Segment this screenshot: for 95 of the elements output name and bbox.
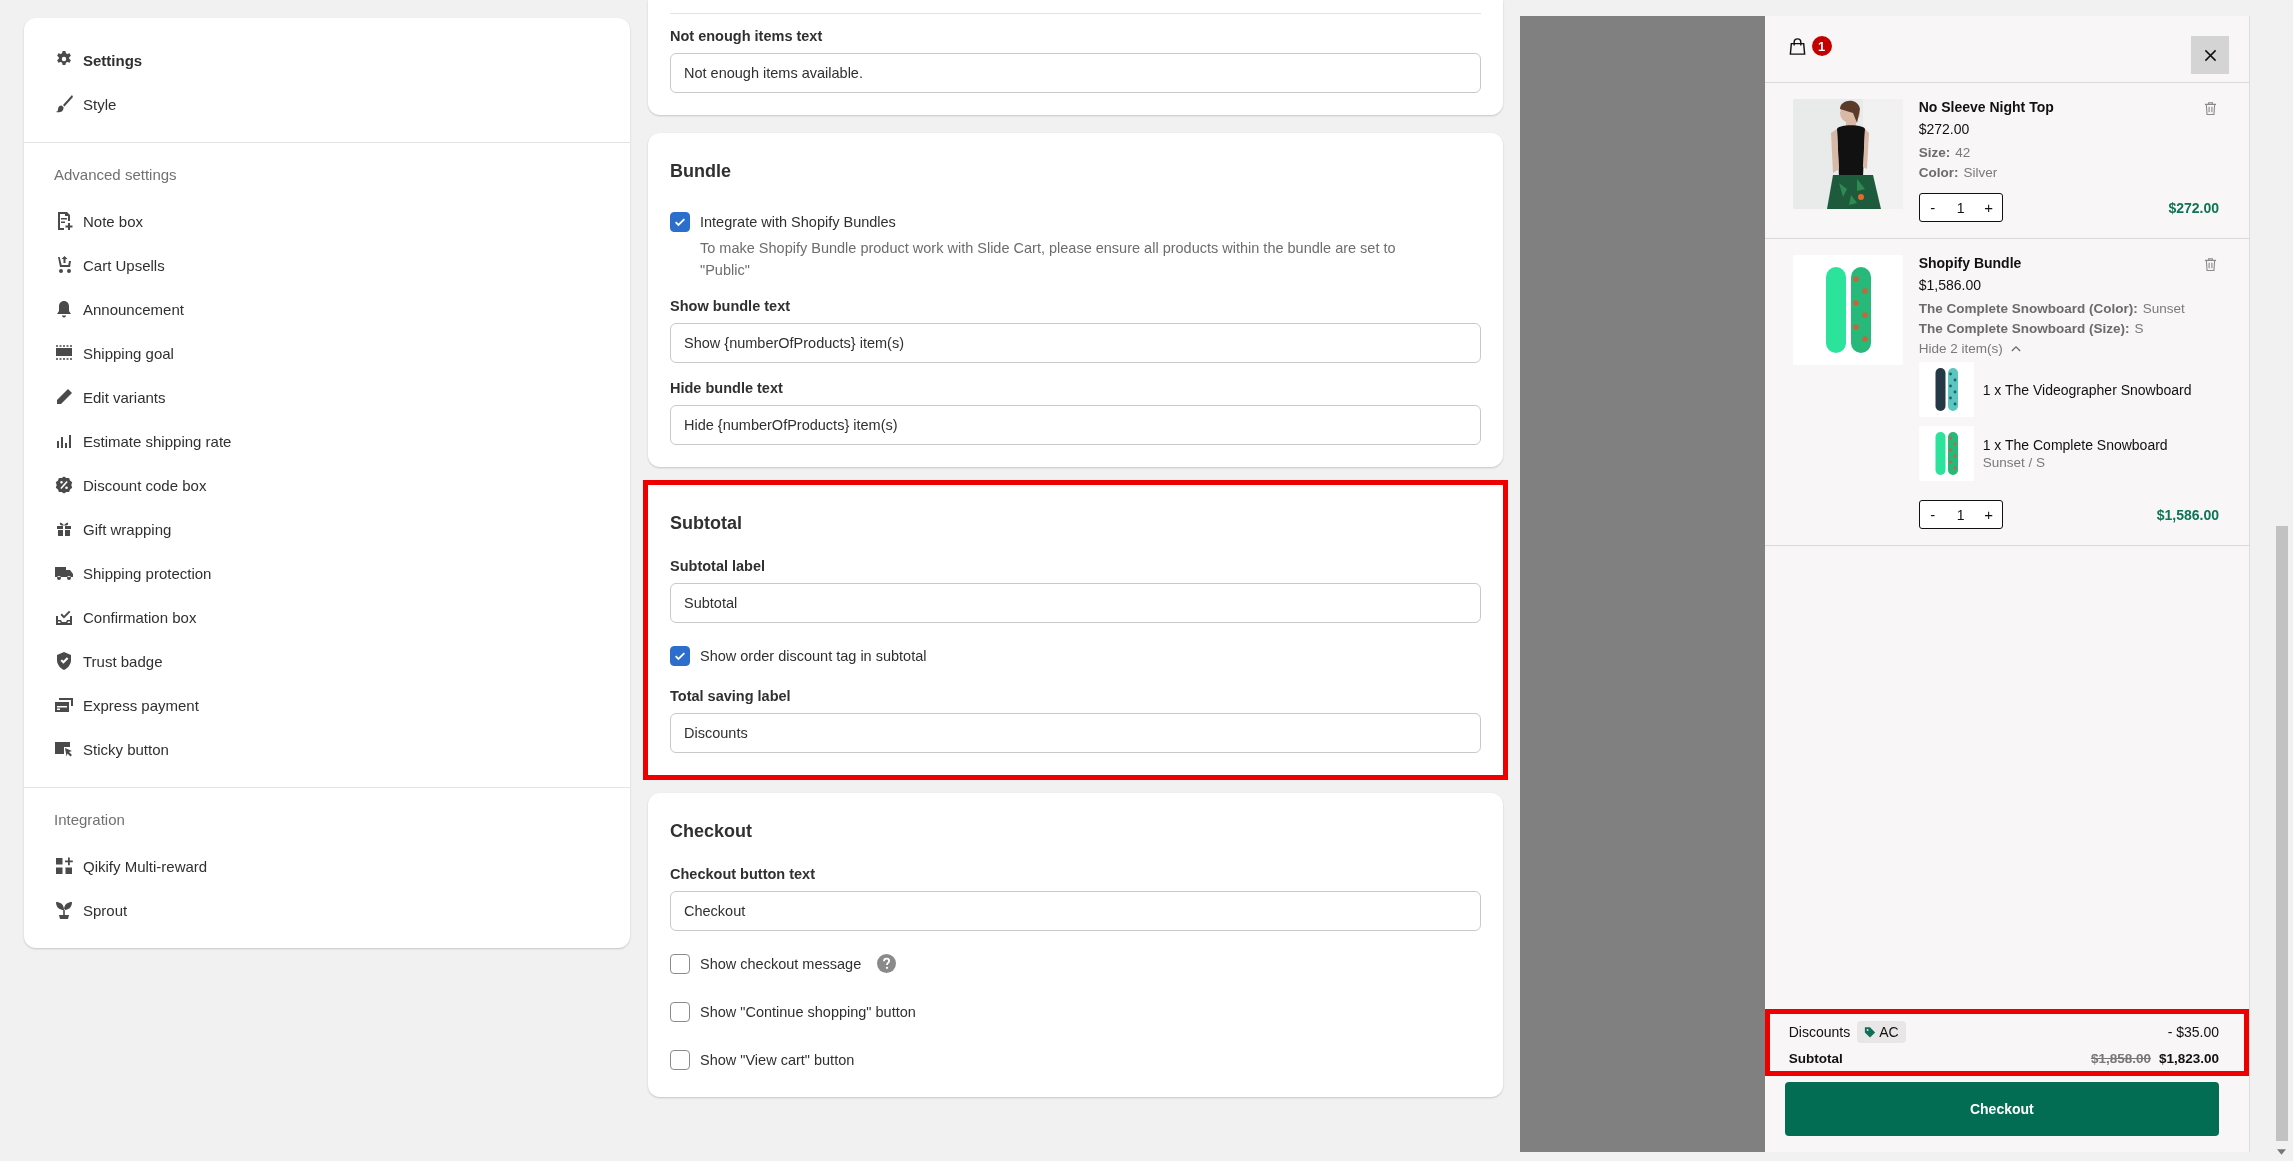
sidebar-item[interactable]: Shipping goal xyxy=(54,331,600,375)
product-price: $1,586.00 xyxy=(1918,277,1982,293)
compare-price: $1,858.00 xyxy=(2090,1051,2151,1066)
checkbox[interactable] xyxy=(670,211,690,232)
sidebar-item[interactable]: Edit variants xyxy=(54,375,600,419)
section-heading: Advanced settings xyxy=(54,165,178,185)
field-label: Total saving label xyxy=(670,688,792,704)
decrease-button[interactable]: - xyxy=(1919,506,1946,523)
option-value: Sunset xyxy=(2142,301,2185,316)
increase-button[interactable]: + xyxy=(1975,199,2002,216)
apps-icon xyxy=(54,856,74,876)
option-name: Color: xyxy=(1918,165,1959,180)
quantity-value: 1 xyxy=(1956,506,1965,523)
close-button[interactable] xyxy=(2191,36,2229,74)
sidebar-item[interactable]: Sprout xyxy=(54,888,600,932)
brush-icon xyxy=(54,94,74,114)
option-name: Size: xyxy=(1918,145,1951,160)
field-label: Show bundle text xyxy=(670,298,792,314)
field-label: Checkout button text xyxy=(670,866,816,882)
sidebar-item[interactable]: Sticky button xyxy=(54,727,600,771)
sidebar-item[interactable]: Note box xyxy=(54,199,600,243)
sidebar-item[interactable]: Confirmation box xyxy=(54,595,600,639)
sidebar-item[interactable]: Express payment xyxy=(54,683,600,727)
decrease-button[interactable]: - xyxy=(1919,199,1946,216)
card-title: Bundle xyxy=(670,161,732,182)
line-total: $272.00 xyxy=(2168,199,2219,216)
checkbox[interactable] xyxy=(670,953,690,974)
product-title[interactable]: Shopify Bundle xyxy=(1918,255,2022,271)
cursor-icon xyxy=(54,739,74,759)
product-title[interactable]: No Sleeve Night Top xyxy=(1918,99,2054,115)
text-field[interactable]: Subtotal xyxy=(670,583,1481,623)
option-name: The Complete Snowboard (Color): xyxy=(1918,301,2138,316)
checkbox[interactable] xyxy=(670,1049,690,1070)
text-field[interactable]: Checkout xyxy=(670,891,1481,931)
text-field[interactable]: Hide {numberOfProducts} item(s) xyxy=(670,405,1481,445)
bell-icon xyxy=(54,299,74,319)
bundle-toggle[interactable]: Hide 2 item(s) xyxy=(1918,341,2219,356)
sidebar-item[interactable]: Announcement xyxy=(54,287,600,331)
pencil-icon xyxy=(54,387,74,407)
sidebar-item[interactable]: Trust badge xyxy=(54,639,600,683)
progress-bar-icon xyxy=(54,343,74,363)
bundle-item-title: 1 x The Complete Snowboard xyxy=(1982,437,2168,453)
option-name: The Complete Snowboard (Size): xyxy=(1918,321,2130,336)
text-field[interactable]: Not enough items available. xyxy=(670,53,1481,93)
subtotal-label: Subtotal xyxy=(1788,1051,1843,1066)
field-label: Subtotal label xyxy=(670,558,767,574)
discount-icon xyxy=(54,475,74,495)
discount-code: AC xyxy=(1879,1024,1899,1040)
checkbox-label: Show "View cart" button xyxy=(700,1051,855,1068)
sidebar-item[interactable]: Style xyxy=(54,82,600,126)
help-text: To make Shopify Bundle product work with Slide Cart, please ensure all products within the bundle are set to "Public" xyxy=(700,239,1397,280)
scroll-down-icon xyxy=(2277,1149,2286,1155)
checkbox-label: Show checkout message xyxy=(700,955,862,972)
field-label: Hide bundle text xyxy=(670,380,784,396)
sidebar-item[interactable]: Gift wrapping xyxy=(54,507,600,551)
card-title: Subtotal xyxy=(670,513,743,534)
sidebar-item[interactable]: Shipping protection xyxy=(54,551,600,595)
chevron-icon xyxy=(2010,345,2021,352)
sidebar-item[interactable]: Qikify Multi-reward xyxy=(54,844,600,888)
option-value: Silver xyxy=(1963,165,1998,180)
trash-icon xyxy=(2204,101,2217,116)
product-price: $272.00 xyxy=(1918,121,1971,137)
trash-icon xyxy=(2204,257,2217,272)
quantity-value: 1 xyxy=(1956,199,1965,216)
checkout-button[interactable]: Checkout xyxy=(1784,1082,2219,1136)
checkbox-label: Integrate with Shopify Bundles xyxy=(700,213,896,230)
bundle-item-title: 1 x The Videographer Snowboard xyxy=(1982,381,2192,398)
text-field[interactable]: Show {numberOfProducts} item(s) xyxy=(670,323,1481,363)
close-icon xyxy=(2203,48,2217,62)
subtotal-value: $1,823.00 xyxy=(2158,1051,2219,1066)
option-value: S xyxy=(2134,321,2144,336)
bundle-item-variant: Sunset / S xyxy=(1982,455,2046,470)
increase-button[interactable]: + xyxy=(1975,506,2002,523)
section-heading: Integration xyxy=(54,810,126,830)
text-field[interactable]: Discounts xyxy=(670,713,1481,753)
sidebar-item[interactable]: Cart Upsells xyxy=(54,243,600,287)
checkbox-label: Show order discount tag in subtotal xyxy=(700,647,927,664)
count-badge: 1 xyxy=(1811,36,1832,56)
sidebar-item[interactable]: Estimate shipping rate xyxy=(54,419,600,463)
card-icon xyxy=(54,695,74,715)
discount-amount: - $35.00 xyxy=(2167,1024,2219,1040)
field-label: Not enough items text xyxy=(670,28,824,44)
sidebar-item[interactable]: Discount code box xyxy=(54,463,600,507)
option-value: 42 xyxy=(1955,145,1971,160)
checkbox[interactable] xyxy=(670,645,690,666)
shield-icon xyxy=(54,651,74,671)
bag-icon xyxy=(1787,36,1807,56)
checkbox-label: Show "Continue shopping" button xyxy=(700,1003,916,1020)
sidebar-item[interactable]: Settings xyxy=(54,38,600,82)
discount-label: Discounts xyxy=(1788,1024,1851,1040)
tag-icon xyxy=(1864,1026,1877,1038)
sprout-icon xyxy=(54,900,74,920)
card-title: Checkout xyxy=(670,821,753,842)
checkbox[interactable] xyxy=(670,1001,690,1022)
line-total: $1,586.00 xyxy=(2156,506,2219,523)
